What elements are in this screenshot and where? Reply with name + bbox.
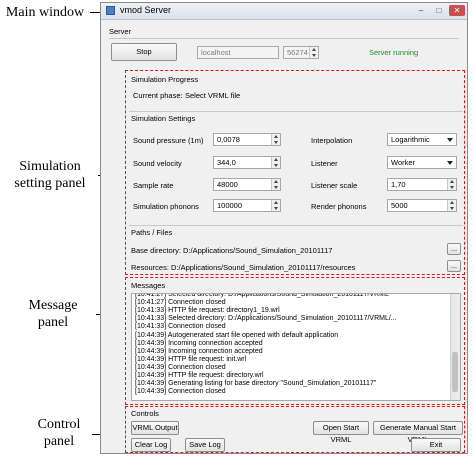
minimize-icon[interactable]: –	[415, 5, 427, 16]
server-divider	[109, 38, 459, 39]
annotation-line-2: panel	[37, 315, 69, 330]
maximize-icon[interactable]: □	[433, 5, 445, 16]
simulation-setting-panel-annotation: Simulation setting panel	[0, 158, 100, 192]
main-window-annotation: Main window	[5, 5, 85, 20]
port-spin-icon	[309, 47, 318, 58]
annotation-line-2: setting panel	[14, 176, 86, 191]
simulation-setting-panel-outline	[125, 70, 465, 275]
port-value: 56274	[287, 48, 308, 57]
server-section-title: Server	[109, 27, 132, 36]
annotation-line-2: panel	[43, 434, 75, 449]
port-field: 56274	[283, 46, 319, 59]
server-status: Server running	[369, 48, 419, 57]
host-field: localhost	[197, 46, 279, 59]
title-bar: vmod Server – □ ✕	[101, 3, 467, 20]
control-panel-outline	[125, 406, 465, 453]
app-icon	[106, 6, 115, 15]
annotation-line-1: Simulation	[19, 159, 81, 174]
control-panel-annotation: Control panel	[24, 416, 94, 450]
window-title: vmod Server	[120, 5, 172, 15]
close-icon[interactable]: ✕	[449, 5, 465, 16]
message-panel-annotation: Message panel	[10, 297, 96, 331]
stop-button[interactable]: Stop	[111, 43, 177, 61]
annotation-line-1: Control	[37, 417, 81, 432]
message-panel-outline	[125, 277, 465, 405]
main-window: vmod Server – □ ✕ Server Stop localhost …	[100, 2, 468, 454]
annotation-line-1: Message	[28, 298, 78, 313]
